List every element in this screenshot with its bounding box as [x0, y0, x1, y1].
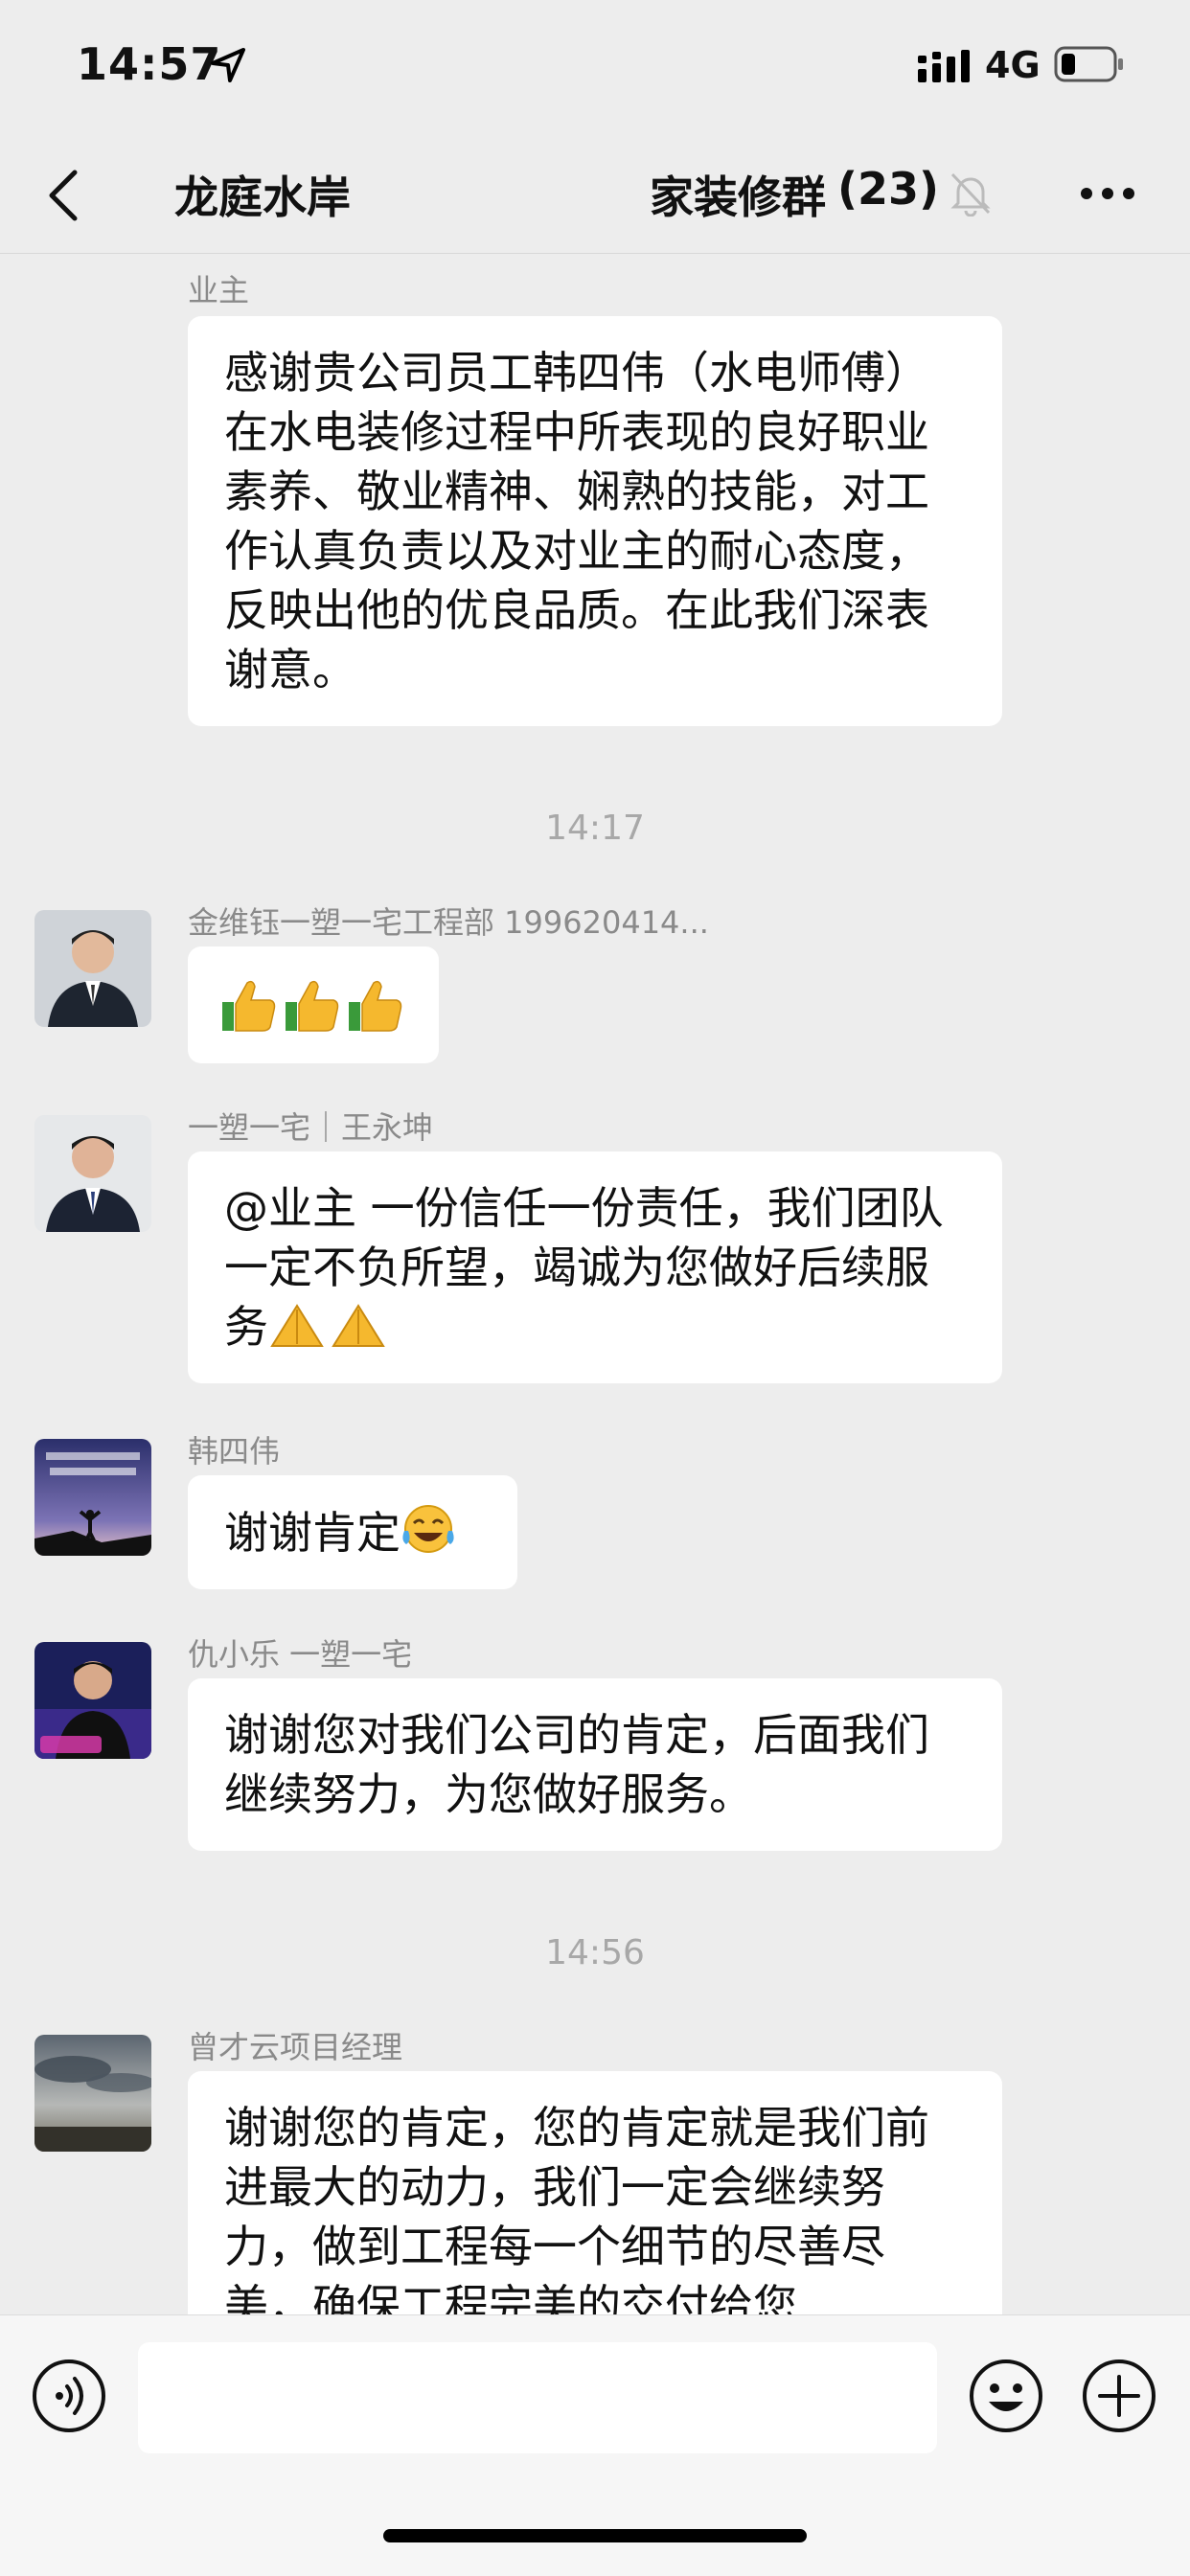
sender-name: 业主 — [188, 272, 250, 308]
member-count: (23) — [837, 163, 940, 215]
community-title: 龙庭水岸 — [174, 171, 351, 223]
group-title: 家装修群 — [650, 171, 826, 223]
laughing-tears-emoji — [402, 1505, 454, 1553]
sender-name: 曾才云项目经理 — [188, 2029, 403, 2065]
voice-icon[interactable] — [31, 2358, 107, 2434]
home-indicator — [383, 2529, 807, 2542]
status-bar: 14:57 4G — [0, 0, 1190, 134]
message-bubble[interactable]: 感谢贵公司员工韩四伟（水电师傅）在水电装修过程中所表现的良好职业素养、敬业精神、… — [188, 316, 1002, 726]
location-arrow-icon — [211, 48, 245, 82]
network-type: 4G — [985, 44, 1041, 86]
chat-header: 龙庭水岸 家装修群 (23) — [0, 134, 1190, 254]
sender-name: 韩四伟 — [188, 1433, 281, 1470]
timestamp: 14:17 — [545, 809, 645, 848]
message-bubble[interactable]: 谢谢您对我们公司的肯定，后面我们继续努力，为您做好服务。 — [188, 1678, 1002, 1851]
battery-icon — [1054, 46, 1123, 82]
sender-name: 金维钰一塑一宅工程部 199620414... — [188, 904, 709, 941]
plus-icon[interactable] — [1081, 2358, 1157, 2434]
avatar[interactable] — [34, 1642, 151, 1759]
sender-name: 仇小乐 一塑一宅 — [188, 1636, 413, 1673]
message-bubble[interactable] — [188, 946, 439, 1063]
timestamp: 14:56 — [545, 1933, 645, 1972]
smiley-icon[interactable] — [968, 2358, 1044, 2434]
avatar[interactable] — [34, 1439, 151, 1556]
avatar[interactable] — [34, 2035, 151, 2152]
message-bubble[interactable]: 谢谢您的肯定，您的肯定就是我们前进最大的动力，我们一定会继续努力，做到工程每一个… — [188, 2071, 1002, 2314]
message-list[interactable]: 业主 感谢贵公司员工韩四伟（水电师傅）在水电装修过程中所表现的良好职业素养、敬业… — [0, 253, 1190, 2314]
more-dots-icon[interactable] — [1079, 186, 1136, 201]
message-bubble[interactable]: @业主 一份信任一份责任，我们团队一定不负所望，竭诚为您做好后续服务 — [188, 1151, 1002, 1383]
avatar[interactable] — [34, 1115, 151, 1232]
bell-slash-icon — [950, 172, 991, 217]
thumbs-up-emoji — [222, 980, 402, 1032]
avatar[interactable] — [34, 910, 151, 1027]
chevron-left-icon[interactable] — [44, 167, 82, 224]
message-bubble[interactable]: 谢谢肯定 — [188, 1475, 517, 1589]
folded-hands-emoji — [270, 1304, 385, 1347]
status-time: 14:57 — [77, 38, 222, 90]
signal-icon — [918, 50, 970, 82]
sender-name: 一塑一宅｜王永坤 — [188, 1109, 434, 1146]
message-input[interactable] — [138, 2342, 937, 2453]
message-text: 谢谢肯定 — [224, 1507, 400, 1559]
